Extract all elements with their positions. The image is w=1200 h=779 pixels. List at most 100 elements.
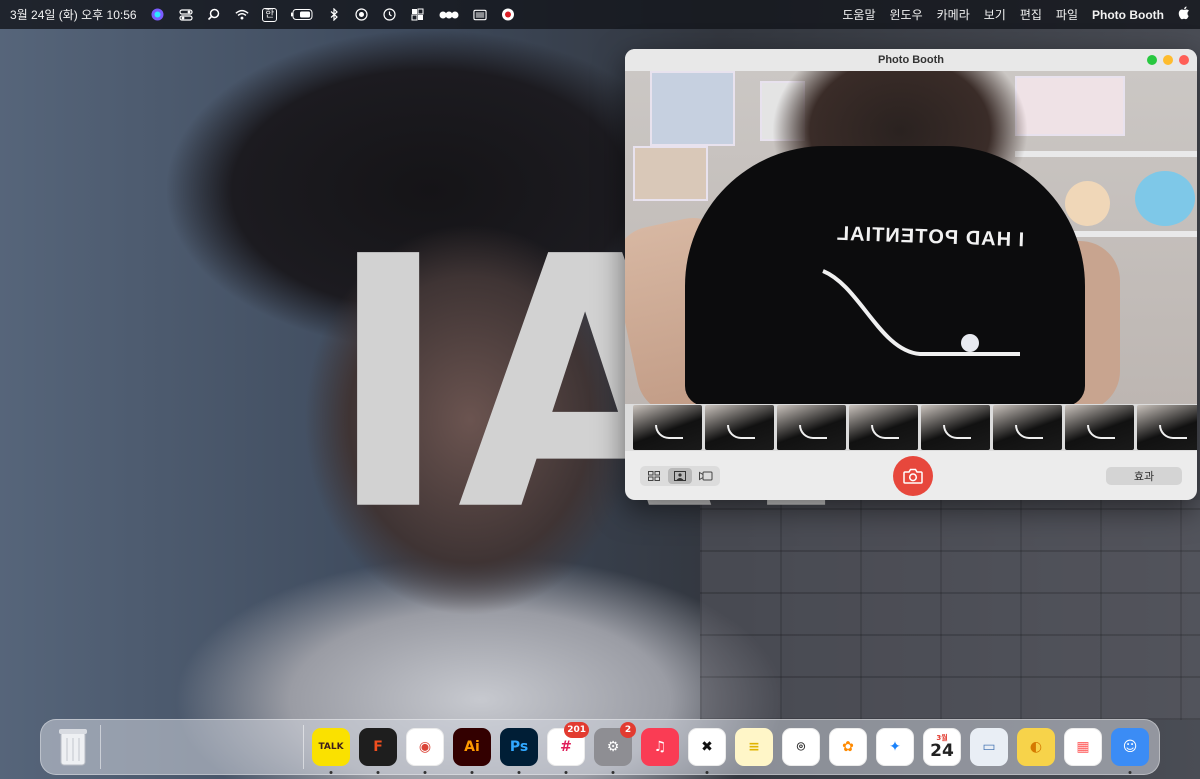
photoshop-icon-glyph: Ps: [509, 739, 529, 755]
video-view-icon: [699, 471, 713, 480]
cyberduck-app-icon[interactable]: ◐: [1017, 728, 1055, 766]
photos-icon-glyph: ✿: [842, 739, 854, 755]
safari-icon-glyph: ✦: [889, 739, 901, 755]
input-method-icon[interactable]: 한: [262, 7, 278, 22]
siri-icon[interactable]: [151, 8, 165, 22]
control-center-icon[interactable]: [178, 8, 193, 22]
safari-app-icon[interactable]: ✦: [876, 728, 914, 766]
time-machine-icon[interactable]: [383, 8, 397, 22]
chrome-app-icon[interactable]: ◉: [406, 728, 444, 774]
cyberduck-icon-glyph: ◐: [1029, 739, 1043, 755]
dock: TALK F ◉ Ai Ps #201 ⚙ 2 ♫ ✖ ≡ ⌾ ✿ ✦ 3월 24 ▭ ◐ ▦ ☺: [40, 719, 1160, 775]
grid-view-button[interactable]: [642, 468, 666, 484]
running-indicator: [1128, 771, 1132, 774]
slack-app-icon[interactable]: #201: [547, 722, 589, 774]
photo-thumbnail[interactable]: [849, 405, 918, 450]
window-title: Photo Booth: [878, 54, 944, 66]
menu-bar: 3월 24일 (화) 오후 10:56 한 도움말 윈도우 카메라 보기 편집 …: [0, 0, 1200, 29]
notes-icon-glyph: ≡: [748, 739, 760, 755]
finder-app-icon[interactable]: ☺: [1111, 728, 1149, 774]
menu-file[interactable]: 파일: [1056, 6, 1078, 23]
photo-booth-toolbar: 효과: [625, 451, 1197, 500]
kakaotalk-app-icon[interactable]: TALK: [312, 728, 350, 774]
running-indicator: [470, 771, 474, 774]
photo-filmstrip[interactable]: [625, 404, 1197, 451]
capcut-app-icon[interactable]: ✖: [688, 728, 726, 774]
window-controls: [1147, 55, 1189, 65]
launchpad-icon-glyph: ▦: [1076, 739, 1090, 755]
dots-icon[interactable]: [439, 8, 459, 22]
camera-icon: [903, 468, 923, 484]
camera-preview: I HAD POTENTIAL: [625, 71, 1197, 404]
finder-icon-glyph: ☺: [1122, 739, 1138, 755]
dock-separator: [100, 725, 102, 769]
illustrator-icon-glyph: Ai: [464, 739, 480, 755]
menu-bar-app-menus: 도움말 윈도우 카메라 보기 편집 파일 Photo Booth: [842, 6, 1190, 23]
menu-view[interactable]: 보기: [984, 6, 1006, 23]
calendar-app-icon[interactable]: 3월 24: [923, 728, 961, 766]
system-preferences-app-icon[interactable]: ⚙ 2: [594, 722, 636, 774]
photo-booth-window: Photo Booth I HAD POTENTIAL 효과: [625, 49, 1197, 500]
screen-record-icon[interactable]: [355, 8, 369, 22]
kakaotalk-icon-glyph: TALK: [318, 742, 344, 752]
battery-icon[interactable]: [290, 8, 313, 22]
calendar-icon-glyph: 24: [930, 741, 954, 761]
video-view-button[interactable]: [694, 468, 718, 484]
photoshop-app-icon[interactable]: Ps: [500, 728, 538, 774]
photo-thumbnail[interactable]: [993, 405, 1062, 450]
menu-help[interactable]: 도움말: [842, 6, 875, 23]
minimize-button[interactable]: [1163, 55, 1173, 65]
photo-thumbnail[interactable]: [921, 405, 990, 450]
dock-apps: TALK F ◉ Ai Ps #201 ⚙ 2 ♫ ✖ ≡ ⌾ ✿ ✦ 3월 24 ▭ ◐ ▦ ☺: [312, 722, 1149, 774]
music-app-icon[interactable]: ♫: [641, 728, 679, 766]
single-view-icon: [674, 470, 686, 481]
preview-app-icon[interactable]: ▭: [970, 728, 1008, 766]
photos-app-icon[interactable]: ✿: [829, 728, 867, 766]
grid-view-icon: [648, 470, 660, 481]
launchpad-app-icon[interactable]: ▦: [1064, 728, 1102, 766]
notification-badge: 2: [620, 722, 636, 738]
figma-icon-glyph: F: [373, 739, 383, 755]
single-view-button[interactable]: [668, 467, 692, 484]
screenshot-app-icon[interactable]: ⌾: [782, 728, 820, 766]
menu-edit[interactable]: 편집: [1020, 6, 1042, 23]
running-indicator: [517, 771, 521, 774]
notes-app-icon[interactable]: ≡: [735, 728, 773, 766]
shirt-curve-graphic: [822, 269, 1020, 356]
photo-thumbnail[interactable]: [705, 405, 774, 450]
wall-poster: [633, 146, 708, 201]
close-button[interactable]: [1179, 55, 1189, 65]
trash-icon[interactable]: [53, 727, 92, 767]
running-indicator: [329, 771, 333, 774]
creative-cloud-icon[interactable]: [501, 8, 515, 22]
apple-icon[interactable]: [1178, 6, 1190, 23]
running-indicator: [376, 771, 380, 774]
photo-thumbnail[interactable]: [777, 405, 846, 450]
window-titlebar[interactable]: Photo Booth: [625, 49, 1197, 71]
illustrator-app-icon[interactable]: Ai: [453, 728, 491, 774]
menu-app-name[interactable]: Photo Booth: [1092, 8, 1164, 22]
display-icon[interactable]: [472, 8, 487, 22]
menu-bar-status-area: 3월 24일 (화) 오후 10:56 한: [10, 6, 515, 23]
photo-thumbnail[interactable]: [1137, 405, 1197, 450]
input-method-label: 한: [262, 7, 278, 22]
effects-button[interactable]: 효과: [1106, 466, 1182, 485]
photo-thumbnail[interactable]: [633, 405, 702, 450]
music-icon-glyph: ♫: [653, 739, 667, 755]
bluetooth-icon[interactable]: [327, 8, 341, 22]
chrome-icon-glyph: ◉: [418, 739, 432, 755]
running-indicator: [423, 771, 427, 774]
menu-window[interactable]: 윈도우: [889, 6, 922, 23]
running-indicator: [564, 771, 568, 774]
extension-icon[interactable]: [411, 8, 425, 22]
take-photo-button[interactable]: [893, 455, 933, 496]
menu-camera[interactable]: 카메라: [937, 6, 970, 23]
menu-bar-clock[interactable]: 3월 24일 (화) 오후 10:56: [10, 6, 137, 23]
slack-icon-glyph: #: [560, 739, 572, 755]
figma-app-icon[interactable]: F: [359, 728, 397, 774]
system-preferences-icon-glyph: ⚙: [606, 739, 620, 755]
spotlight-icon[interactable]: [207, 8, 221, 22]
wifi-icon[interactable]: [235, 8, 249, 22]
photo-thumbnail[interactable]: [1065, 405, 1134, 450]
zoom-button[interactable]: [1147, 55, 1157, 65]
